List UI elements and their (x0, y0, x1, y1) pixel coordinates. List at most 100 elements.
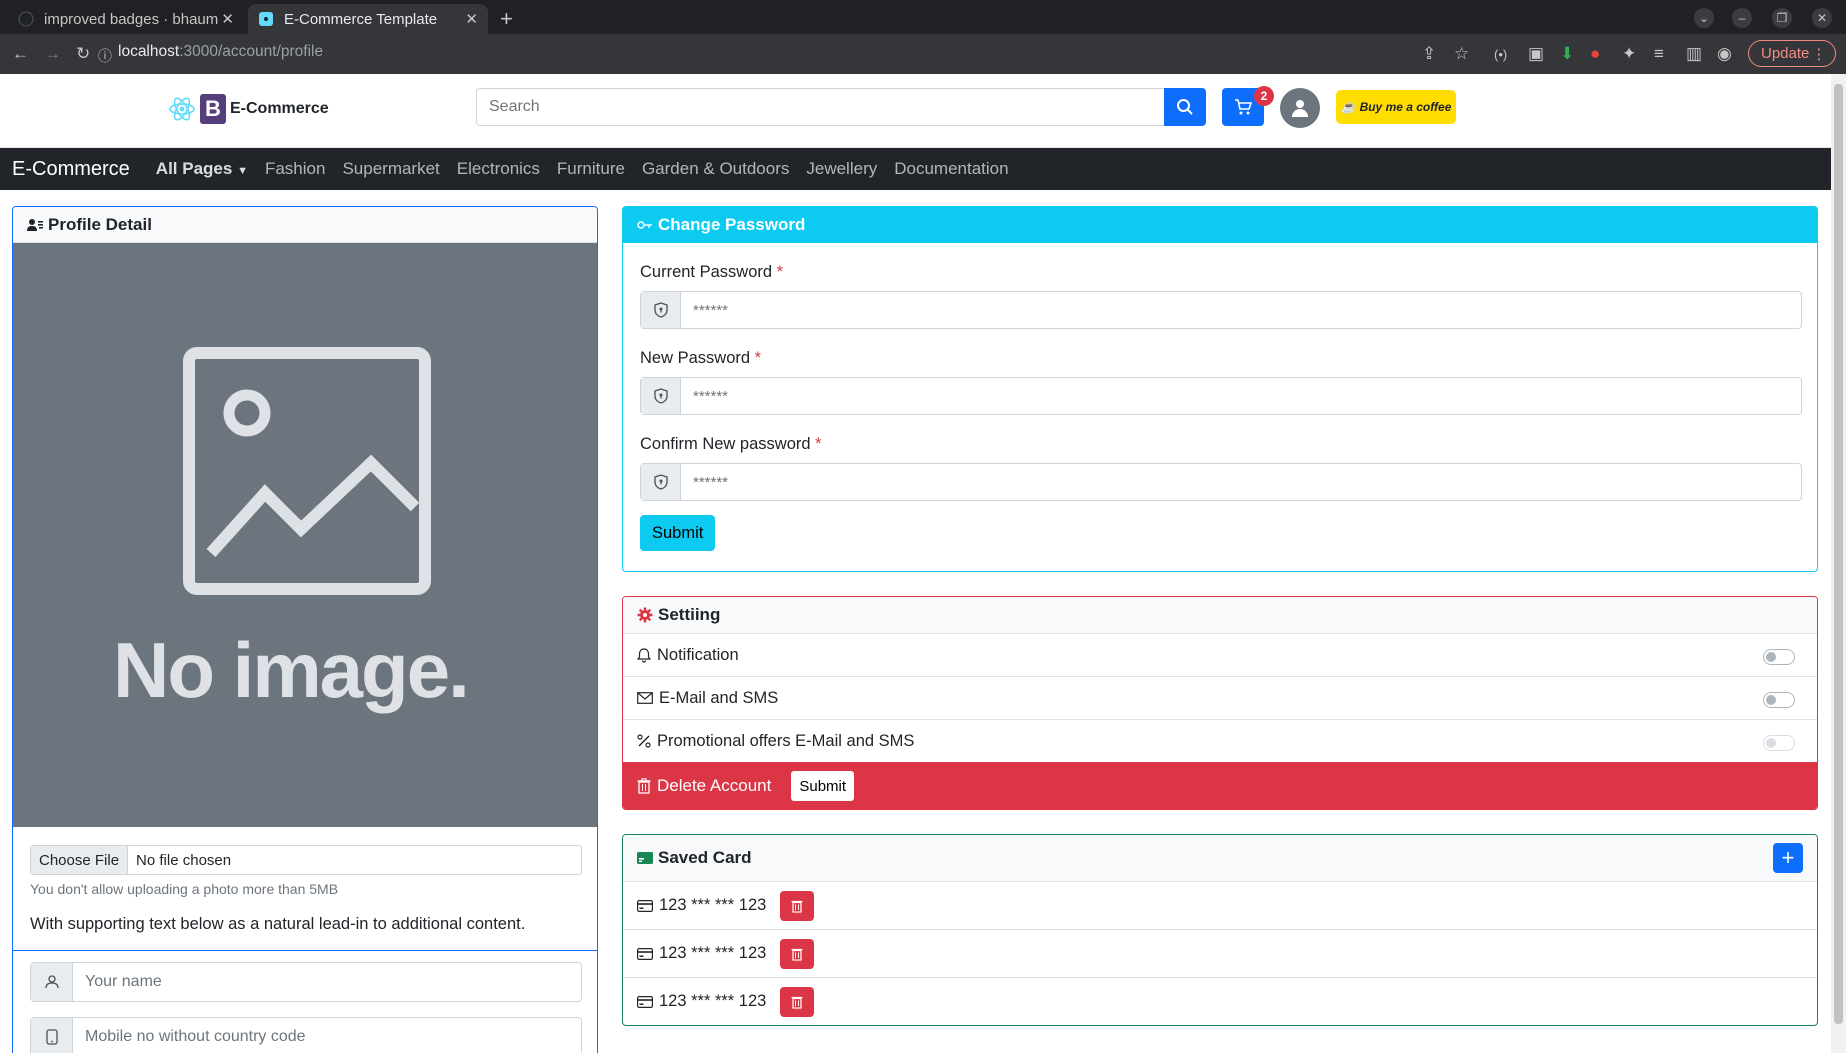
bookmark-star-icon[interactable]: ☆ (1454, 44, 1469, 64)
cart-icon (1234, 98, 1252, 116)
confirm-password-label: Confirm New password * (640, 435, 822, 453)
reading-list-icon[interactable]: ≡ (1654, 44, 1664, 64)
settings-header: Settiing (623, 597, 1817, 633)
setting-row-promotional: Promotional offers E-Mail and SMS (623, 719, 1817, 762)
choose-file-button[interactable]: Choose File (31, 846, 129, 874)
reload-icon[interactable]: ↻ (76, 44, 90, 64)
browser-tab-active[interactable]: E-Commerce Template ✕ (248, 4, 488, 34)
required-mark: * (815, 435, 822, 453)
extension-icon[interactable]: ▣ (1528, 44, 1544, 64)
search-button[interactable] (1164, 88, 1206, 126)
site-info-icon[interactable]: ⓘ (98, 46, 112, 66)
search-input[interactable] (476, 88, 1166, 126)
mobile-field[interactable]: Mobile no without country code (30, 1017, 582, 1053)
promotional-toggle[interactable] (1763, 735, 1795, 751)
tab-title: improved badges · bhaum (44, 10, 219, 28)
tab-title: E-Commerce Template (284, 10, 438, 28)
saved-card-row: 123 *** *** 123 (623, 977, 1817, 1025)
setting-row-email-sms: E-Mail and SMS (623, 676, 1817, 719)
delete-card-button[interactable] (780, 938, 815, 969)
setting-label: Notification (657, 645, 739, 664)
profile-avatar-icon[interactable]: ◉ (1717, 44, 1732, 64)
tab-close-icon[interactable]: ✕ (465, 10, 478, 28)
scrollbar-thumb[interactable] (1834, 84, 1843, 1024)
delete-card-button[interactable] (780, 986, 815, 1017)
side-panel-icon[interactable]: ▥ (1686, 44, 1702, 64)
nav-item-electronics[interactable]: Electronics (457, 159, 540, 179)
puzzle-icon[interactable]: ✦ (1622, 44, 1636, 64)
window-close-icon[interactable]: ✕ (1812, 8, 1832, 28)
extension-icon[interactable]: ● (1590, 44, 1600, 64)
saved-card-title: Saved Card (658, 848, 752, 867)
download-extension-icon[interactable]: ⬇ (1560, 44, 1574, 64)
saved-card-row: 123 *** *** 123 (623, 929, 1817, 977)
change-password-title: Change Password (658, 215, 806, 234)
address-bar[interactable]: localhost:3000/account/profile (118, 43, 323, 61)
restore-icon[interactable]: ❐ (1772, 8, 1792, 28)
card-number: 123 *** *** 123 (659, 944, 767, 962)
current-password-label: Current Password * (640, 263, 784, 281)
notification-toggle[interactable] (1763, 649, 1795, 665)
new-password-field[interactable]: ****** (640, 377, 1802, 415)
settings-card: Settiing Notification E-Mail and SMS Pro… (622, 596, 1818, 810)
share-icon[interactable]: ⇪ (1422, 44, 1436, 64)
image-icon (183, 347, 431, 595)
trash-icon (637, 778, 651, 794)
page-viewport: B E-Commerce 2 ☕ Buy me a coffee E-Comme… (0, 74, 1831, 1053)
update-button[interactable]: Update ⋮ (1748, 40, 1837, 67)
back-icon[interactable]: ← (12, 44, 29, 64)
nav-item-fashion[interactable]: Fashion (265, 159, 325, 179)
delete-account-submit-button[interactable]: Submit (791, 771, 855, 801)
user-menu-button[interactable] (1280, 88, 1320, 128)
logo-text: E-Commerce (230, 100, 329, 117)
password-submit-button[interactable]: Submit (640, 515, 716, 551)
github-icon (18, 11, 34, 27)
forward-icon[interactable]: → (44, 44, 61, 64)
page-scrollbar[interactable] (1831, 74, 1846, 1053)
nav-item-all-pages[interactable]: All Pages ▼ (156, 159, 248, 179)
add-card-button[interactable]: + (1773, 843, 1803, 873)
nav-item-supermarket[interactable]: Supermarket (342, 159, 439, 179)
tab-close-icon[interactable]: ✕ (221, 10, 234, 28)
new-tab-icon[interactable]: + (500, 6, 513, 32)
saved-card-row: 123 *** *** 123 (623, 881, 1817, 929)
trash-icon (791, 995, 803, 1009)
minimize-icon[interactable]: – (1732, 8, 1752, 28)
browser-tab-strip: improved badges · bhaum ✕ E-Commerce Tem… (0, 0, 1846, 34)
current-password-field[interactable]: ****** (640, 291, 1802, 329)
delete-account-label: Delete Account (657, 776, 772, 795)
name-field[interactable]: Your name (30, 962, 582, 1002)
credit-card-icon (637, 852, 653, 864)
url-host: localhost (118, 43, 180, 60)
nav-item-furniture[interactable]: Furniture (557, 159, 625, 179)
profile-card-header: Profile Detail (13, 207, 597, 243)
shield-lock-icon (641, 464, 681, 500)
confirm-password-field[interactable]: ****** (640, 463, 1802, 501)
caret-down-icon: ▼ (237, 165, 248, 177)
url-path: :3000/account/profile (179, 43, 324, 60)
react-favicon-icon (258, 11, 274, 27)
buy-me-a-coffee-button[interactable]: ☕ Buy me a coffee (1336, 90, 1456, 124)
delete-card-button[interactable] (780, 890, 815, 921)
percent-icon (637, 734, 651, 748)
mobile-placeholder: Mobile no without country code (85, 1028, 306, 1045)
change-password-header: Change Password (623, 207, 1817, 243)
nav-item-jewellery[interactable]: Jewellery (806, 159, 877, 179)
browser-tab-inactive[interactable]: improved badges · bhaum ✕ (8, 4, 244, 34)
chevron-down-icon[interactable]: ⌄ (1694, 8, 1714, 28)
nav-item-documentation[interactable]: Documentation (894, 159, 1008, 179)
extension-icon[interactable]: (•) (1494, 47, 1507, 62)
nav-item-label: All Pages (155, 159, 233, 178)
photo-file-input[interactable]: Choose File No file chosen (30, 845, 582, 875)
settings-title: Settiing (658, 605, 721, 624)
nav-item-garden-outdoors[interactable]: Garden & Outdoors (642, 159, 789, 179)
site-logo[interactable]: B E-Commerce (168, 94, 329, 124)
email-sms-toggle[interactable] (1763, 692, 1795, 708)
credit-card-icon (637, 995, 653, 1008)
logo-letter: B (200, 94, 226, 124)
card-number: 123 *** *** 123 (659, 992, 767, 1010)
coffee-label: Buy me a coffee (1359, 100, 1452, 114)
trash-icon (791, 947, 803, 961)
setting-label: E-Mail and SMS (659, 688, 779, 707)
navbar-brand[interactable]: E-Commerce (12, 158, 130, 181)
